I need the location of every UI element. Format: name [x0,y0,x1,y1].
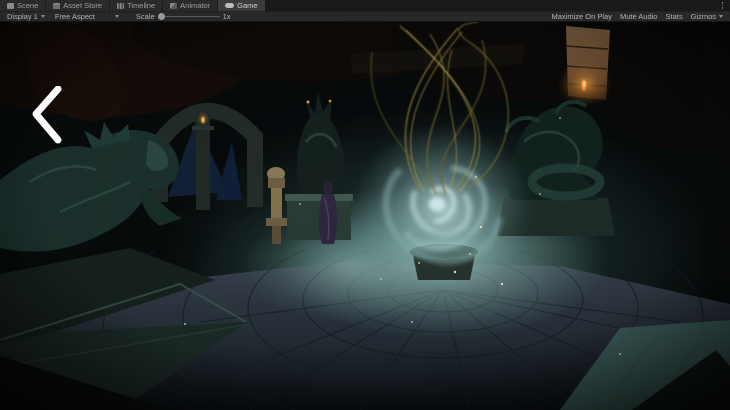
toolbar-right-group: Maximize On Play Mute Audio Stats Gizmos [549,12,726,21]
view-tabbar: Scene Asset Store Timeline Animator Game [0,0,730,11]
tab-timeline-label: Timeline [127,1,156,10]
dungeon-scene [0,22,730,410]
scale-label: Scale [135,12,155,21]
display-dropdown[interactable]: Display 1 [4,12,48,21]
unity-editor-window: Scene Asset Store Timeline Animator Game… [0,0,730,410]
back-chevron-icon [32,86,62,144]
aspect-dropdown[interactable]: Free Aspect [52,12,122,21]
game-icon [225,3,235,8]
scale-value: 1x [222,12,231,21]
game-toolbar: Display 1 Free Aspect Scale 1x Maximize … [0,11,730,22]
tab-scene-label: Scene [17,1,39,10]
game-viewport[interactable] [0,22,730,410]
maximize-on-play-label: Maximize On Play [551,12,612,21]
display-dropdown-label: Display 1 [7,12,38,21]
timeline-icon [117,2,125,9]
tab-animator[interactable]: Animator [163,0,219,11]
stats-label: Stats [665,12,683,21]
chevron-down-icon [719,15,723,18]
vignette-overlay [0,22,730,410]
scale-slider[interactable] [157,13,220,20]
stats-button[interactable]: Stats [662,12,685,21]
mute-audio-label: Mute Audio [619,12,658,21]
tab-scene[interactable]: Scene [0,0,47,11]
animator-icon [170,2,178,9]
aspect-dropdown-label: Free Aspect [54,12,95,21]
asset-store-icon [53,2,61,9]
tab-animator-label: Animator [180,1,211,10]
tab-options-icon[interactable] [721,1,724,10]
tab-timeline[interactable]: Timeline [110,0,164,11]
chevron-down-icon [40,15,45,18]
tab-asset-store-label: Asset Store [63,1,103,10]
maximize-on-play-button[interactable]: Maximize On Play [549,12,615,21]
gizmos-dropdown[interactable]: Gizmos [688,12,726,21]
scene-icon [7,2,14,9]
chevron-down-icon [114,15,119,18]
tab-asset-store[interactable]: Asset Store [46,0,111,11]
back-button[interactable] [30,86,66,144]
tab-game-label: Game [237,1,258,10]
gizmos-label: Gizmos [690,12,716,21]
scale-control: Scale 1x [136,12,231,21]
scale-slider-knob[interactable] [157,13,165,20]
tab-game[interactable]: Game [218,0,266,11]
mute-audio-button[interactable]: Mute Audio [617,12,661,21]
